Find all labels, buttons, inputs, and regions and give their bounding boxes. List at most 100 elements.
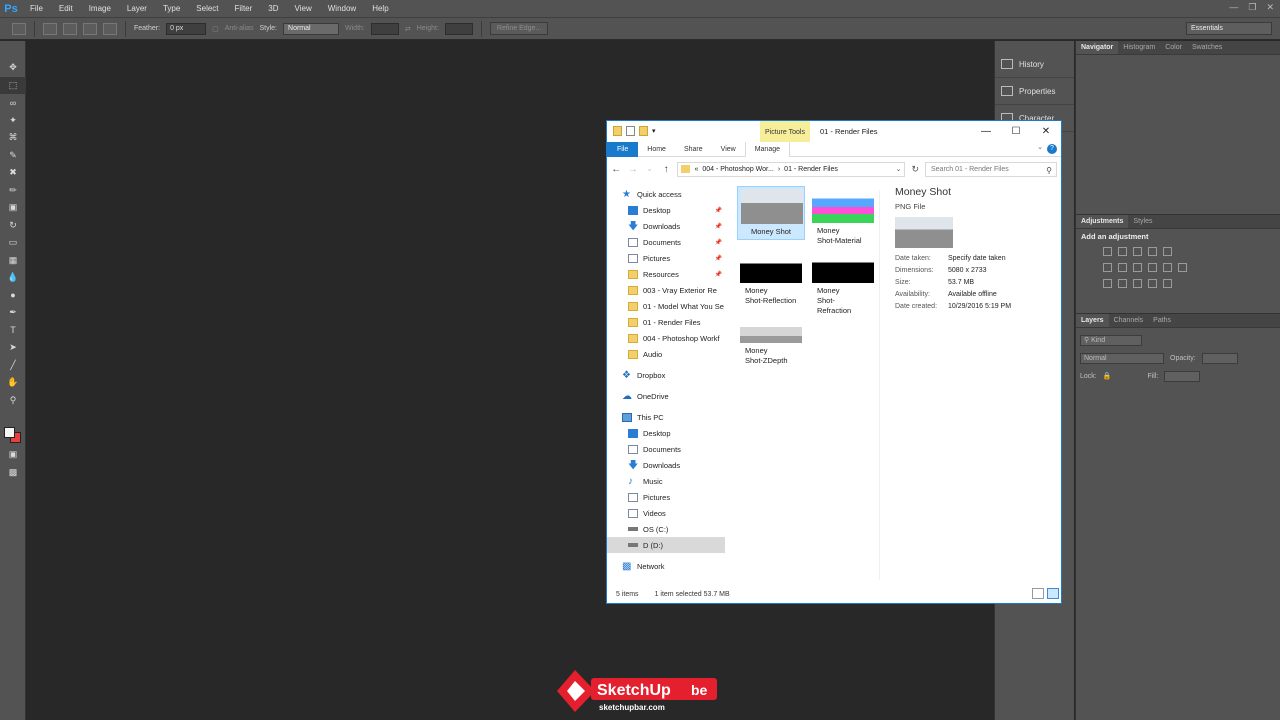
crop-tool-icon[interactable]: ⌘	[0, 129, 26, 147]
close-icon[interactable]: ✕	[1031, 121, 1061, 141]
maximize-icon[interactable]: ☐	[1001, 121, 1031, 141]
marquee-preset-icon[interactable]	[12, 22, 26, 35]
large-icons-view-icon[interactable]	[1047, 588, 1059, 599]
tab-channels[interactable]: Channels	[1109, 314, 1149, 327]
workspace-select[interactable]: Essentials	[1186, 22, 1272, 35]
menu-select[interactable]: Select	[188, 0, 226, 17]
menu-image[interactable]: Image	[81, 0, 119, 17]
refine-edge-button[interactable]: Refine Edge...	[489, 22, 549, 35]
healing-tool-icon[interactable]: ✖	[0, 164, 26, 182]
breadcrumb-current[interactable]: 01 - Render Files	[784, 166, 838, 173]
antialias-checkbox[interactable]: ▢	[212, 25, 219, 33]
pin-icon[interactable]: 📌	[715, 207, 722, 214]
nav-item-vray[interactable]: 003 - Vray Exterior Re	[607, 282, 725, 298]
tab-layers[interactable]: Layers	[1076, 314, 1109, 327]
zoom-tool-icon[interactable]: ⚲	[0, 392, 26, 410]
tab-view[interactable]: View	[712, 142, 745, 157]
width-input[interactable]	[370, 22, 399, 35]
pen-tool-icon[interactable]: ✒	[0, 304, 26, 322]
new-selection-icon[interactable]	[43, 22, 57, 35]
levels-icon[interactable]	[1118, 247, 1127, 256]
nav-pc-pictures[interactable]: Pictures	[607, 489, 725, 505]
gradient-tool-icon[interactable]: ▦	[0, 252, 26, 270]
magic-wand-tool-icon[interactable]: ✦	[0, 112, 26, 130]
tab-home[interactable]: Home	[638, 142, 675, 157]
hue-saturation-icon[interactable]	[1103, 263, 1112, 272]
channel-mixer-icon[interactable]	[1163, 263, 1172, 272]
tab-swatches[interactable]: Swatches	[1187, 41, 1227, 54]
properties-icon[interactable]	[626, 126, 635, 136]
tab-manage[interactable]: Manage	[744, 141, 790, 157]
blend-mode-select[interactable]: Normal	[1080, 352, 1164, 364]
details-value[interactable]: Specify date taken	[948, 253, 1006, 265]
restore-icon[interactable]: ❐	[1248, 0, 1256, 14]
blur-tool-icon[interactable]: 💧	[0, 269, 26, 287]
pin-icon[interactable]: 📌	[715, 255, 722, 262]
history-panel-button[interactable]: History	[995, 51, 1074, 78]
nav-this-pc[interactable]: This PC	[607, 409, 725, 425]
file-item[interactable]: Money Shot-ZDepth	[737, 306, 805, 368]
nav-item-downloads[interactable]: 🡇 Downloads 📌	[607, 218, 725, 234]
history-brush-tool-icon[interactable]: ↻	[0, 217, 26, 235]
pane-divider[interactable]	[879, 190, 880, 580]
file-item[interactable]: Money Shot	[737, 186, 805, 240]
nav-dropbox[interactable]: ❖ Dropbox	[607, 367, 725, 383]
help-icon[interactable]: ?	[1047, 144, 1057, 154]
height-input[interactable]	[444, 22, 473, 35]
breadcrumb-parent[interactable]: 004 - Photoshop Wor...	[702, 166, 773, 173]
nav-item-desktop[interactable]: Desktop 📌	[607, 202, 725, 218]
new-folder-icon[interactable]	[639, 126, 648, 136]
stamp-tool-icon[interactable]: ▣	[0, 199, 26, 217]
photo-filter-icon[interactable]	[1148, 263, 1157, 272]
nav-quick-access[interactable]: ★ Quick access	[607, 186, 725, 202]
eyedropper-tool-icon[interactable]: ✎	[0, 147, 26, 165]
menu-view[interactable]: View	[287, 0, 320, 17]
menu-layer[interactable]: Layer	[119, 0, 155, 17]
tab-file[interactable]: File	[607, 141, 639, 157]
nav-item-photoshop[interactable]: 004 - Photoshop Workf	[607, 330, 725, 346]
black-white-icon[interactable]	[1133, 263, 1142, 272]
pin-icon[interactable]: 📌	[715, 271, 722, 278]
selective-color-icon[interactable]	[1163, 279, 1172, 288]
nav-item-resources[interactable]: Resources 📌	[607, 266, 725, 282]
gradient-map-icon[interactable]	[1148, 279, 1157, 288]
nav-item-model[interactable]: 01 - Model What You Se	[607, 298, 725, 314]
dodge-tool-icon[interactable]: ●	[0, 287, 26, 305]
file-item[interactable]: Money Shot-Refraction	[809, 246, 877, 318]
path-select-tool-icon[interactable]: ➤	[0, 339, 26, 357]
nav-pc-documents[interactable]: Documents	[607, 441, 725, 457]
minimize-icon[interactable]: —	[1229, 0, 1238, 14]
chevron-down-icon[interactable]: ⌄	[896, 165, 902, 173]
threshold-icon[interactable]	[1133, 279, 1142, 288]
eraser-tool-icon[interactable]: ▭	[0, 234, 26, 252]
nav-pc-desktop[interactable]: Desktop	[607, 425, 725, 441]
foreground-color-swatch[interactable]	[4, 427, 15, 438]
invert-icon[interactable]	[1103, 279, 1112, 288]
address-bar[interactable]: « 004 - Photoshop Wor... › 01 - Render F…	[677, 161, 906, 177]
nav-pc-downloads[interactable]: 🡇 Downloads	[607, 457, 725, 473]
move-tool-icon[interactable]: ✥	[0, 59, 26, 77]
refresh-icon[interactable]: ↻	[911, 164, 919, 175]
menu-filter[interactable]: Filter	[227, 0, 261, 17]
menu-file[interactable]: File	[22, 0, 51, 17]
pin-icon[interactable]: 📌	[715, 223, 722, 230]
menu-help[interactable]: Help	[364, 0, 396, 17]
menu-window[interactable]: Window	[320, 0, 364, 17]
details-view-icon[interactable]	[1032, 588, 1044, 599]
line-tool-icon[interactable]: ╱	[0, 357, 26, 375]
tab-histogram[interactable]: Histogram	[1118, 41, 1160, 54]
properties-panel-button[interactable]: Properties	[995, 78, 1074, 105]
nav-item-render-files[interactable]: 01 - Render Files	[607, 314, 725, 330]
forward-arrow-icon[interactable]: →	[628, 164, 639, 175]
marquee-tool-icon[interactable]: ⬚	[0, 76, 26, 94]
lock-icon[interactable]: 🔒	[1103, 372, 1112, 380]
up-arrow-icon[interactable]: ↑	[661, 164, 672, 175]
brightness-icon[interactable]	[1103, 247, 1112, 256]
curves-icon[interactable]	[1133, 247, 1142, 256]
tab-navigator[interactable]: Navigator	[1076, 41, 1119, 54]
pin-icon[interactable]: 📌	[715, 239, 722, 246]
tab-paths[interactable]: Paths	[1148, 314, 1176, 327]
subtract-selection-icon[interactable]	[83, 22, 97, 35]
color-lookup-icon[interactable]	[1178, 263, 1187, 272]
lasso-tool-icon[interactable]: ∞	[0, 94, 26, 112]
